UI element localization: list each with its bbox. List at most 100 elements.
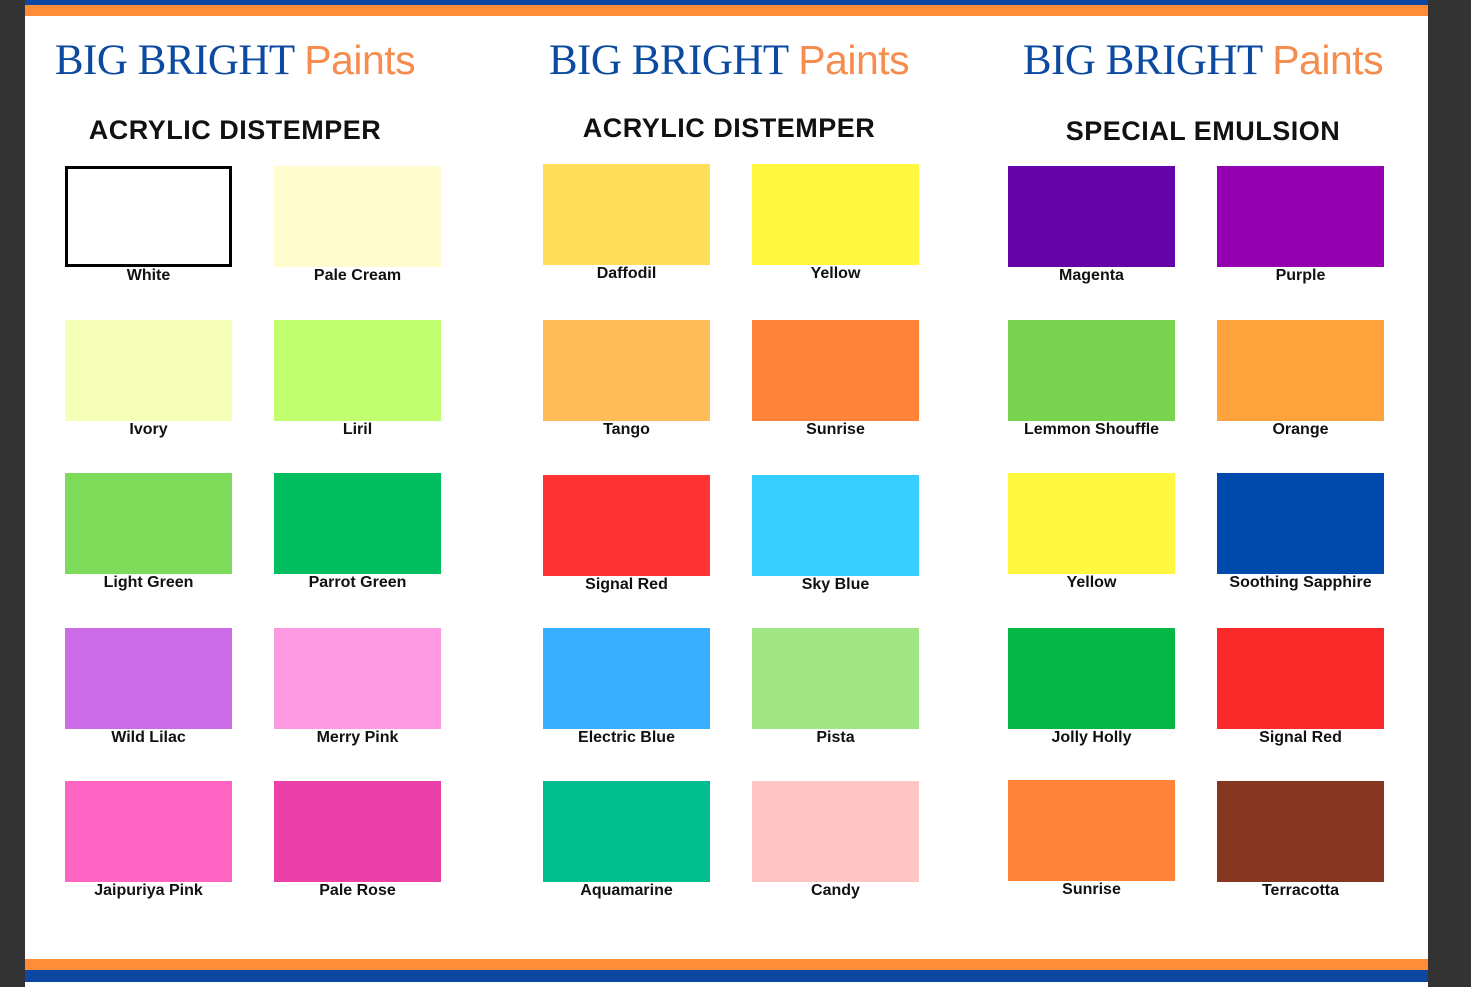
brand-logo: BIG BRIGHT Paints xyxy=(25,36,445,85)
color-swatch xyxy=(274,320,441,421)
section-title: SPECIAL EMULSION xyxy=(1065,116,1341,146)
swatch-label: Signal Red xyxy=(585,576,668,593)
swatch-label: Pista xyxy=(816,729,855,746)
swatch-label: Soothing Sapphire xyxy=(1229,574,1372,591)
swatch-cell: Signal Red xyxy=(543,475,710,594)
swatch-cell: Sunrise xyxy=(1008,780,1175,899)
swatch-label: Signal Red xyxy=(1259,729,1342,746)
swatch-label: Yellow xyxy=(1066,574,1117,591)
color-swatch xyxy=(65,628,232,729)
swatch-label: Lemmon Shouffle xyxy=(1023,421,1160,438)
swatch-cell: Pale Rose xyxy=(274,781,441,900)
swatch-cell: Parrot Green xyxy=(274,473,441,592)
color-swatch xyxy=(1217,781,1384,882)
color-swatch xyxy=(752,475,919,576)
swatch-label: Jaipuriya Pink xyxy=(94,882,203,899)
section-title: ACRYLIC DISTEMPER xyxy=(582,113,876,143)
swatch-cell: White xyxy=(65,166,232,285)
color-swatch xyxy=(543,628,710,729)
color-swatch xyxy=(543,781,710,882)
swatch-label: Liril xyxy=(342,421,373,438)
color-swatch xyxy=(543,320,710,421)
swatch-label: Aquamarine xyxy=(580,882,673,899)
swatch-cell: Yellow xyxy=(1008,473,1175,592)
color-swatch xyxy=(543,475,710,576)
swatch-cell: Electric Blue xyxy=(543,628,710,747)
swatch-cell: Jolly Holly xyxy=(1008,628,1175,747)
swatch-cell: Signal Red xyxy=(1217,628,1384,747)
brand-accent: Paints xyxy=(798,37,910,83)
color-swatch xyxy=(274,473,441,574)
swatch-cell: Liril xyxy=(274,320,441,439)
catalog-column-emulsion: BIG BRIGHT Paints SPECIAL EMULSION Magen… xyxy=(993,0,1413,987)
swatch-cell: Soothing Sapphire xyxy=(1217,473,1384,592)
bottom-white-stripe xyxy=(25,982,1428,987)
swatch-cell: Magenta xyxy=(1008,166,1175,285)
swatch-label: Sunrise xyxy=(806,421,865,438)
color-swatch xyxy=(1008,320,1175,421)
swatch-cell: Wild Lilac xyxy=(65,628,232,747)
color-swatch xyxy=(1008,780,1175,881)
section-title: ACRYLIC DISTEMPER xyxy=(88,115,382,145)
catalog-column-acrylic-2: BIG BRIGHT Paints ACRYLIC DISTEMPER Daff… xyxy=(519,0,939,987)
swatch-label: White xyxy=(126,267,171,284)
swatch-cell: Jaipuriya Pink xyxy=(65,781,232,900)
swatch-label: Sunrise xyxy=(1062,881,1121,898)
color-swatch xyxy=(65,320,232,421)
swatch-label: Light Green xyxy=(103,574,194,591)
swatch-cell: Tango xyxy=(543,320,710,439)
swatch-label: Ivory xyxy=(129,421,168,438)
color-swatch xyxy=(1217,473,1384,574)
swatch-cell: Pale Cream xyxy=(274,166,441,285)
brand-name: BIG BRIGHT xyxy=(1022,37,1263,84)
color-swatch xyxy=(65,781,232,882)
swatch-label: Yellow xyxy=(810,265,861,282)
color-swatch xyxy=(543,164,710,265)
color-swatch xyxy=(1008,473,1175,574)
brand-logo: BIG BRIGHT Paints xyxy=(993,36,1413,85)
paint-shade-card: BIG BRIGHT Paints ACRYLIC DISTEMPER Whit… xyxy=(25,0,1428,987)
swatch-cell: Sky Blue xyxy=(752,475,919,594)
brand-name: BIG BRIGHT xyxy=(548,37,789,84)
swatch-label: Orange xyxy=(1272,421,1329,438)
catalog-column-acrylic-1: BIG BRIGHT Paints ACRYLIC DISTEMPER Whit… xyxy=(25,0,445,987)
swatch-cell: Orange xyxy=(1217,320,1384,439)
brand-name: BIG BRIGHT xyxy=(54,37,295,84)
swatch-label: Merry Pink xyxy=(316,729,399,746)
color-swatch xyxy=(752,628,919,729)
color-swatch xyxy=(1217,320,1384,421)
swatch-label: Tango xyxy=(603,421,650,438)
color-swatch xyxy=(274,166,441,267)
color-swatch xyxy=(274,628,441,729)
color-swatch xyxy=(65,166,232,267)
swatch-label: Pale Cream xyxy=(313,267,402,284)
color-swatch xyxy=(1008,166,1175,267)
swatch-cell: Yellow xyxy=(752,164,919,283)
swatch-cell: Ivory xyxy=(65,320,232,439)
color-swatch xyxy=(752,320,919,421)
swatch-cell: Daffodil xyxy=(543,164,710,283)
swatch-cell: Merry Pink xyxy=(274,628,441,747)
swatch-label: Pale Rose xyxy=(319,882,396,899)
swatch-cell: Pista xyxy=(752,628,919,747)
color-swatch xyxy=(65,473,232,574)
swatch-label: Terracotta xyxy=(1261,882,1340,899)
color-swatch xyxy=(752,781,919,882)
swatch-label: Jolly Holly xyxy=(1051,729,1132,746)
swatch-cell: Sunrise xyxy=(752,320,919,439)
swatch-label: Wild Lilac xyxy=(111,729,186,746)
swatch-label: Magenta xyxy=(1059,267,1124,284)
swatch-label: Candy xyxy=(811,882,860,899)
color-swatch xyxy=(274,781,441,882)
swatch-label: Daffodil xyxy=(596,265,657,282)
swatch-cell: Candy xyxy=(752,781,919,900)
swatch-cell: Purple xyxy=(1217,166,1384,285)
color-swatch xyxy=(1008,628,1175,729)
swatch-label: Electric Blue xyxy=(578,729,675,746)
swatch-label: Sky Blue xyxy=(801,576,870,593)
swatch-cell: Aquamarine xyxy=(543,781,710,900)
color-swatch xyxy=(1217,166,1384,267)
brand-accent: Paints xyxy=(1272,37,1384,83)
swatch-cell: Light Green xyxy=(65,473,232,592)
color-swatch xyxy=(1217,628,1384,729)
